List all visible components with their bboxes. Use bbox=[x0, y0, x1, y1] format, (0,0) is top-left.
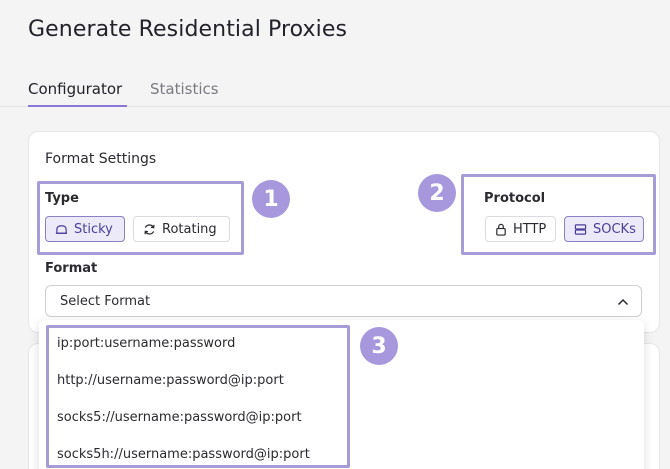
type-sticky-label: Sticky bbox=[74, 221, 113, 237]
annotation-badge-1: 1 bbox=[252, 180, 290, 218]
server-icon bbox=[574, 223, 587, 235]
tab-configurator[interactable]: Configurator bbox=[28, 80, 127, 107]
format-option-socks5h[interactable]: socks5h://username:password@ip:port bbox=[57, 447, 310, 462]
format-select[interactable]: Select Format bbox=[45, 285, 642, 317]
type-label: Type bbox=[45, 191, 79, 206]
format-select-placeholder: Select Format bbox=[60, 293, 151, 309]
chevron-up-icon bbox=[617, 298, 629, 306]
type-rotating-button[interactable]: Rotating bbox=[133, 216, 230, 242]
sticky-icon bbox=[55, 224, 68, 234]
type-sticky-button[interactable]: Sticky bbox=[45, 216, 125, 242]
rotate-icon bbox=[144, 223, 155, 235]
tab-bar: Configurator Statistics bbox=[0, 72, 670, 107]
annotation-badge-2: 2 bbox=[418, 174, 456, 212]
tab-statistics[interactable]: Statistics bbox=[150, 80, 219, 107]
format-label: Format bbox=[45, 261, 98, 276]
format-option-socks5[interactable]: socks5://username:password@ip:port bbox=[57, 410, 302, 425]
protocol-socks-button[interactable]: SOCKs bbox=[564, 216, 644, 242]
format-option-ip-port[interactable]: ip:port:username:password bbox=[57, 336, 235, 351]
protocol-label: Protocol bbox=[484, 191, 546, 206]
protocol-http-label: HTTP bbox=[513, 221, 547, 237]
page-title: Generate Residential Proxies bbox=[28, 17, 348, 42]
protocol-socks-label: SOCKs bbox=[593, 221, 636, 237]
type-rotating-label: Rotating bbox=[162, 221, 217, 237]
lock-icon bbox=[496, 223, 506, 236]
format-option-http[interactable]: http://username:password@ip:port bbox=[57, 373, 284, 388]
protocol-highlight bbox=[461, 174, 656, 255]
format-settings-title: Format Settings bbox=[45, 151, 157, 167]
annotation-badge-3: 3 bbox=[360, 327, 398, 365]
protocol-http-button[interactable]: HTTP bbox=[485, 216, 556, 242]
